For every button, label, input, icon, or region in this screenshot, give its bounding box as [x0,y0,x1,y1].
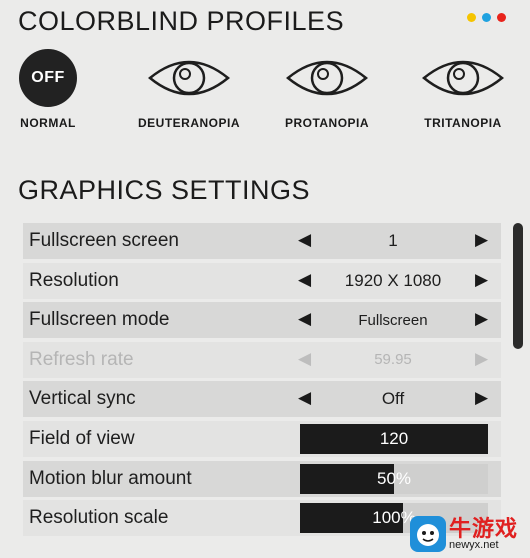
setting-label: Fullscreen screen [29,230,179,251]
graphics-title: GRAPHICS SETTINGS [18,175,311,205]
red-dot-icon [497,13,506,22]
profile-normal[interactable]: OFF NORMAL [14,49,82,130]
setting-label: Field of view [29,427,135,449]
profile-label-protanopia: PROTANOPIA [284,116,370,130]
off-badge-icon: OFF [19,49,77,107]
arrow-left-icon[interactable]: ◀ [298,388,311,408]
setting-row-motion-blur: Motion blur amount 50% [23,460,501,497]
profile-tritanopia[interactable]: TRITANOPIA [413,50,513,130]
setting-value: 1 [388,231,398,250]
arrow-left-icon: ◀ [298,348,312,368]
off-badge-text: OFF [31,69,65,86]
arrow-left-icon[interactable]: ◀ [298,270,311,290]
blue-dot-icon [482,13,491,22]
setting-row-fullscreen-mode: Fullscreen mode ◀ Fullscreen ▶ [23,302,501,339]
watermark-url: newyx.net [449,538,499,551]
arrow-left-icon[interactable]: ◀ [298,230,311,250]
setting-label: Resolution [29,269,119,291]
setting-value: Fullscreen [358,311,428,329]
watermark-logo-icon [410,516,446,552]
setting-label: Fullscreen mode [29,309,170,331]
arrow-right-icon: ▶ [475,348,489,368]
watermark: 牛游戏 newyx.net [410,512,528,556]
arrow-right-icon[interactable]: ▶ [475,388,488,408]
yellow-dot-icon [467,13,476,22]
setting-value: 59.95 [374,351,412,369]
setting-value: 1920 X 1080 [344,270,442,290]
profile-deuteranopia[interactable]: DEUTERANOPIA [133,50,245,130]
eye-icon [422,60,504,96]
slider-value: 50% [376,468,412,488]
setting-row-refresh-rate: Refresh rate ◀ 59.95 ▶ [23,341,501,378]
profile-label-deuteranopia: DEUTERANOPIA [137,116,240,130]
profile-protanopia[interactable]: PROTANOPIA [277,50,377,130]
slider-field-of-view[interactable]: 120 [300,423,488,454]
setting-label: Resolution scale [29,507,169,529]
colorblind-profiles: OFF NORMAL DEUTERANOPIA PROTANOPIA TRITA… [0,49,530,140]
color-dots [467,13,506,22]
setting-value: Off [381,389,405,409]
scrollbar-thumb[interactable] [513,223,523,349]
arrow-left-icon[interactable]: ◀ [298,309,311,329]
setting-row-vertical-sync: Vertical sync ◀ Off ▶ [23,381,501,418]
setting-label: Refresh rate [29,348,134,370]
eye-icon [286,60,368,96]
eye-icon [148,60,230,96]
arrow-right-icon[interactable]: ▶ [475,309,488,329]
setting-row-resolution: Resolution ◀ 1920 X 1080 ▶ [23,262,501,299]
profile-label-normal: NORMAL [20,116,76,130]
setting-label: Vertical sync [29,388,136,410]
slider-motion-blur[interactable]: 50% [300,463,488,494]
profile-label-tritanopia: TRITANOPIA [424,116,502,130]
graphics-settings-list: Fullscreen screen ◀ 1 ▶ Resolution ◀ 192… [23,223,501,540]
slider-value: 120 [379,428,409,448]
arrow-right-icon[interactable]: ▶ [475,270,488,290]
watermark-brand: 牛游戏 [449,515,519,541]
setting-row-fullscreen-screen: Fullscreen screen ◀ 1 ▶ [23,223,501,259]
setting-label: Motion blur amount [29,467,192,489]
setting-row-field-of-view: Field of view 120 [23,420,501,457]
profiles-title: COLORBLIND PROFILES [18,6,345,36]
arrow-right-icon[interactable]: ▶ [475,230,488,250]
